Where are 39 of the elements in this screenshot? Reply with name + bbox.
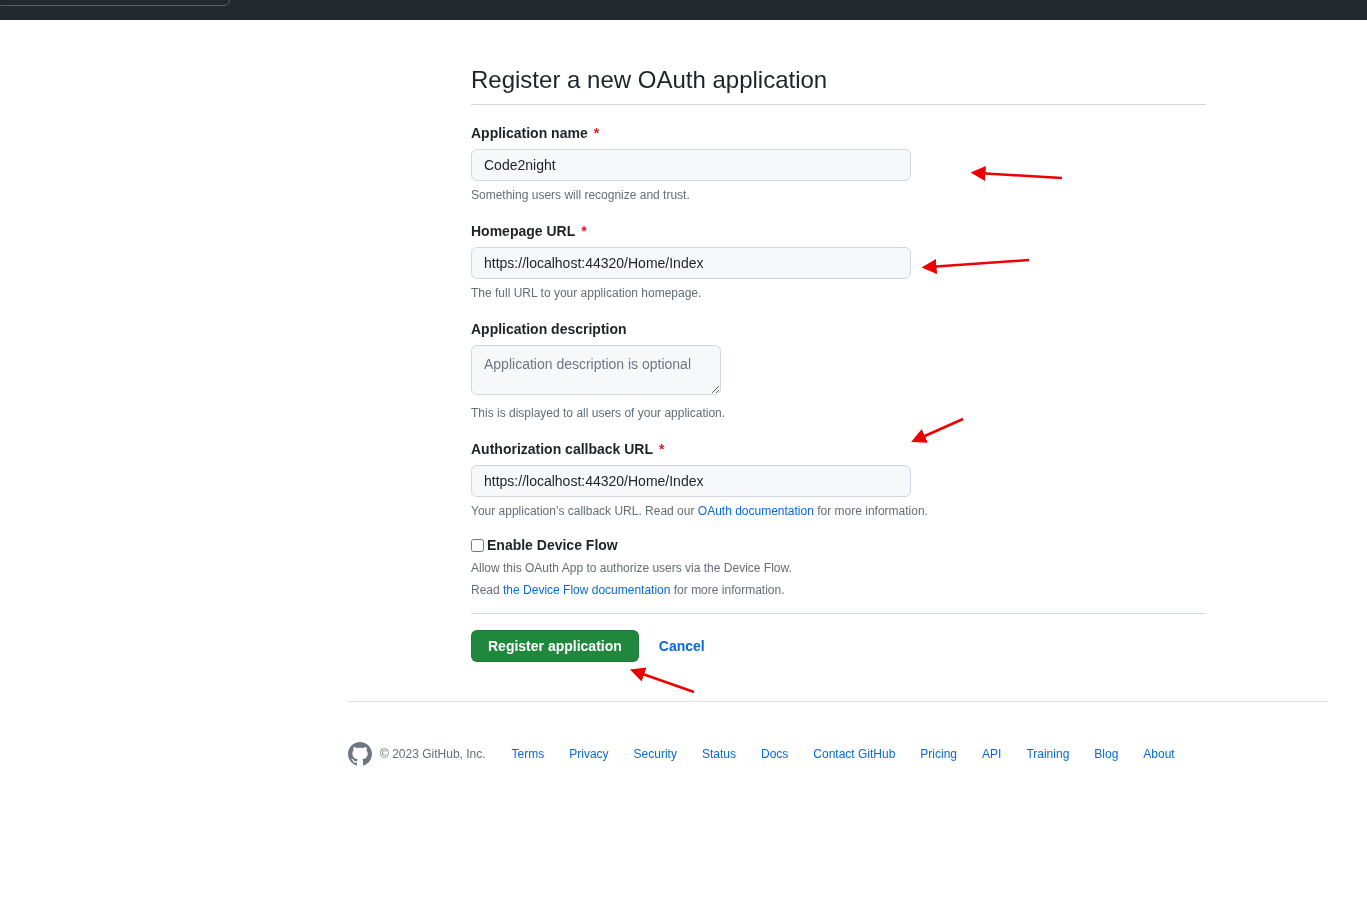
field-label: Authorization callback URL <box>471 440 654 459</box>
text-field[interactable]: https://localhost:44320/Home/Index <box>471 247 911 279</box>
footer-link[interactable]: About <box>1143 747 1175 761</box>
required-mark: * <box>593 124 600 143</box>
checkbox-label: Enable Device Flow <box>487 537 618 553</box>
cancel-link[interactable]: Cancel <box>658 638 705 654</box>
text-field[interactable]: Code2night <box>471 149 911 181</box>
checkbox[interactable] <box>471 538 484 552</box>
copyright-text: © 2023 GitHub, Inc. <box>380 747 486 761</box>
text-field[interactable]: https://localhost:44320/Home/Index <box>471 465 911 497</box>
field-label: Application description <box>471 320 627 339</box>
footer-link[interactable]: Blog <box>1094 747 1119 761</box>
footer-link[interactable]: Status <box>701 747 736 761</box>
documentation-link[interactable]: OAuth documentation <box>697 504 814 518</box>
hint-text: The full URL to your application homepage. <box>471 285 703 301</box>
field-label: Homepage URL <box>471 222 576 241</box>
footer-link[interactable]: Terms <box>511 747 545 761</box>
footer-link[interactable]: Pricing <box>920 747 958 761</box>
footer-link[interactable]: Privacy <box>569 747 609 761</box>
footer-link[interactable]: API <box>982 747 1002 761</box>
hint-text: Read the Device Flow documentation for more information. <box>471 583 786 597</box>
required-mark: * <box>659 440 665 459</box>
footer-link[interactable]: Contact GitHub <box>813 747 896 761</box>
annotation-arrow <box>911 417 964 443</box>
annotation-arrow <box>629 667 695 694</box>
footer-link[interactable]: Docs <box>760 747 789 761</box>
field-label: Application name <box>471 124 588 143</box>
required-mark: * <box>581 222 587 241</box>
footer-link[interactable]: Training <box>1026 747 1070 761</box>
page-title: Register a new OAuth application <box>471 66 1206 105</box>
hint-text: Allow this OAuth App to authorize users via the Device Flow. <box>471 561 793 575</box>
github-logo-icon[interactable] <box>348 742 372 766</box>
documentation-link[interactable]: the Device Flow documentation <box>503 583 671 597</box>
hint-text: This is displayed to all users of your application. <box>471 405 727 421</box>
hint-text: Something users will recognize and trust. <box>471 187 691 203</box>
footer-link[interactable]: Security <box>633 747 677 761</box>
description-field[interactable]: Application description is optional <box>471 345 721 395</box>
register-button[interactable]: Register application <box>471 630 639 662</box>
hint-text: Your application’s callback URL. Read our OAuth documentation for more information. <box>471 503 929 519</box>
